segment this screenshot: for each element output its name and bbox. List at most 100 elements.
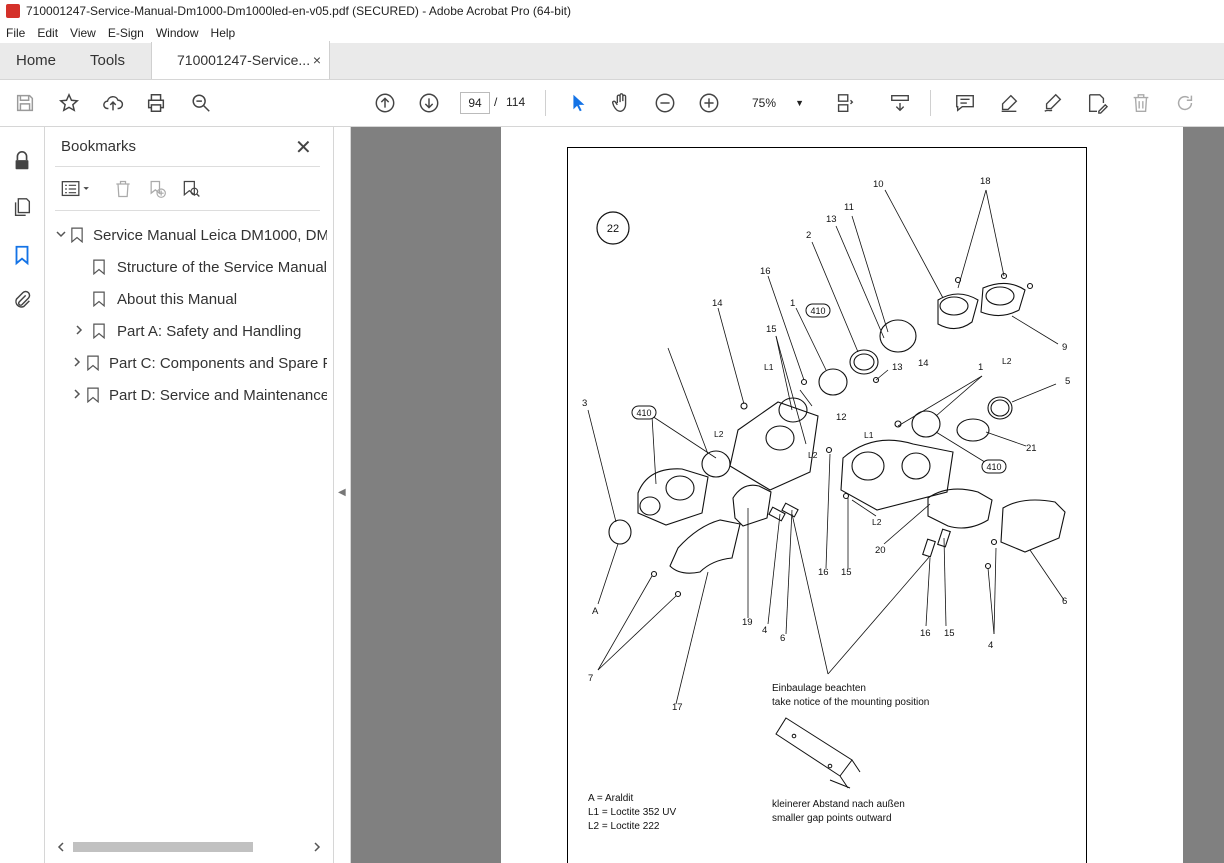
zoom-in-icon[interactable] xyxy=(696,90,722,116)
chevron-right-icon[interactable] xyxy=(71,388,83,403)
callout-label: 15 xyxy=(944,628,955,639)
page-separator: / xyxy=(494,95,498,109)
exploded-drawing: 22 10 18 13 11 2 16 1 410 14 15 9 L2 5 1… xyxy=(582,176,1070,832)
hand-tool-icon[interactable] xyxy=(608,90,634,116)
callout-label: 15 xyxy=(841,567,852,578)
callout-label: 12 xyxy=(836,412,847,423)
delete-icon[interactable] xyxy=(1128,90,1154,116)
comment-icon[interactable] xyxy=(952,90,978,116)
menu-help[interactable]: Help xyxy=(205,26,242,40)
figure-number: 22 xyxy=(607,223,619,235)
menu-esign[interactable]: E-Sign xyxy=(102,26,150,40)
callout-label: 6 xyxy=(780,633,785,644)
bookmark-item-root[interactable]: Service Manual Leica DM1000, DM1000 LED xyxy=(55,223,327,247)
callout-label: 11 xyxy=(844,202,854,213)
bookmark-icon xyxy=(87,386,99,404)
page-number-input[interactable]: 94 xyxy=(460,92,490,114)
callout-label: 2 xyxy=(806,230,811,241)
callout-label: 410 xyxy=(810,306,825,316)
bookmark-item-part-d[interactable]: Part D: Service and Maintenance xyxy=(71,383,327,407)
bookmark-icon xyxy=(91,258,107,276)
chevron-down-icon: ▼ xyxy=(795,98,804,108)
callout-label: 4 xyxy=(988,640,993,651)
bookmark-item-part-c[interactable]: Part C: Components and Spare Parts xyxy=(71,351,327,375)
zoom-search-icon[interactable] xyxy=(188,90,214,116)
callout-410-badge: 410 xyxy=(631,405,657,420)
callout-label: 17 xyxy=(672,702,683,713)
callout-label: L2 xyxy=(714,429,724,439)
star-icon[interactable] xyxy=(56,90,82,116)
save-icon[interactable] xyxy=(12,90,38,116)
menu-file[interactable]: File xyxy=(0,26,31,40)
zoom-level-select[interactable]: 75% ▼ xyxy=(740,92,810,114)
page-total: 114 xyxy=(506,95,526,109)
bookmark-panel-icon[interactable] xyxy=(10,243,34,267)
print-icon[interactable] xyxy=(143,90,169,116)
previous-page-icon[interactable] xyxy=(372,90,398,116)
select-cursor-icon[interactable] xyxy=(565,90,591,116)
tab-document[interactable]: 710001247-Service... × xyxy=(152,41,330,79)
lock-icon[interactable] xyxy=(10,149,34,173)
options-menu-icon[interactable] xyxy=(59,177,95,201)
callout-label: L1 xyxy=(864,430,874,440)
page-thumbnails-icon[interactable] xyxy=(10,195,34,219)
callout-label: 16 xyxy=(920,628,931,639)
pdf-page: 22 10 18 13 11 2 16 1 410 14 15 9 L2 5 1… xyxy=(501,127,1183,863)
document-viewport[interactable]: 22 10 18 13 11 2 16 1 410 14 15 9 L2 5 1… xyxy=(351,127,1224,863)
close-tab-icon[interactable]: × xyxy=(313,52,321,68)
delete-bookmark-icon[interactable] xyxy=(111,177,135,201)
callout-label: 14 xyxy=(918,358,929,369)
menu-bar: File Edit View E-Sign Window Help xyxy=(0,22,1224,43)
collapse-panel-icon[interactable]: ◀ xyxy=(338,487,346,498)
toolbar-divider xyxy=(545,90,546,116)
callout-label: L2 xyxy=(1002,356,1012,366)
menu-view[interactable]: View xyxy=(64,26,102,40)
window-title: 710001247-Service-Manual-Dm1000-Dm1000le… xyxy=(26,4,571,18)
legend-loctite-352: L1 = Loctite 352 UV xyxy=(588,807,676,818)
callout-label: 20 xyxy=(875,545,886,556)
page-layout-icon[interactable] xyxy=(832,90,858,116)
gap-note-en: smaller gap points outward xyxy=(772,813,892,824)
bookmark-label: Structure of the Service Manual xyxy=(116,258,327,276)
legend-araldit: A = Araldit xyxy=(588,793,634,804)
divider xyxy=(55,166,320,167)
scroll-mode-icon[interactable] xyxy=(887,90,913,116)
callout-label: 7 xyxy=(588,673,593,684)
bookmark-item-part-a[interactable]: Part A: Safety and Handling xyxy=(71,319,327,343)
highlight-pen-icon[interactable] xyxy=(996,90,1022,116)
sign-pen-icon[interactable] xyxy=(1040,90,1066,116)
tab-home[interactable]: Home xyxy=(0,42,74,79)
find-bookmark-icon[interactable] xyxy=(179,177,203,201)
horizontal-scrollbar[interactable] xyxy=(55,838,325,855)
callout-label: 19 xyxy=(742,617,753,628)
panel-splitter[interactable]: ◀ xyxy=(334,127,351,863)
tab-tools[interactable]: Tools xyxy=(74,42,152,79)
edit-pdf-icon[interactable] xyxy=(1084,90,1110,116)
scroll-right-icon[interactable] xyxy=(311,841,323,853)
chevron-down-icon[interactable] xyxy=(55,228,67,243)
menu-edit[interactable]: Edit xyxy=(31,26,64,40)
chevron-right-icon[interactable] xyxy=(71,356,83,371)
bookmark-icon xyxy=(91,322,107,340)
bookmark-item-structure[interactable]: Structure of the Service Manual xyxy=(91,255,327,279)
scroll-left-icon[interactable] xyxy=(55,841,67,853)
callout-label: A xyxy=(592,606,599,617)
zoom-out-icon[interactable] xyxy=(652,90,678,116)
chevron-right-icon[interactable] xyxy=(71,324,87,339)
redo-icon[interactable] xyxy=(1172,90,1198,116)
callout-label: 16 xyxy=(818,567,829,578)
callout-label: L2 xyxy=(808,450,818,460)
main-toolbar: 94 / 114 75% ▼ xyxy=(0,80,1224,127)
attachment-paperclip-icon[interactable] xyxy=(10,288,34,312)
callout-label: 1 xyxy=(978,362,983,373)
bookmark-item-about[interactable]: About this Manual xyxy=(91,287,327,311)
new-bookmark-icon[interactable] xyxy=(145,177,169,201)
next-page-icon[interactable] xyxy=(416,90,442,116)
menu-window[interactable]: Window xyxy=(150,26,205,40)
bookmark-label: About this Manual xyxy=(117,290,238,308)
scrollbar-thumb[interactable] xyxy=(73,842,253,852)
upload-cloud-icon[interactable] xyxy=(100,90,126,116)
close-panel-icon[interactable]: ✕ xyxy=(295,135,312,160)
callout-label: 410 xyxy=(636,408,651,418)
callout-label: 18 xyxy=(980,176,991,187)
